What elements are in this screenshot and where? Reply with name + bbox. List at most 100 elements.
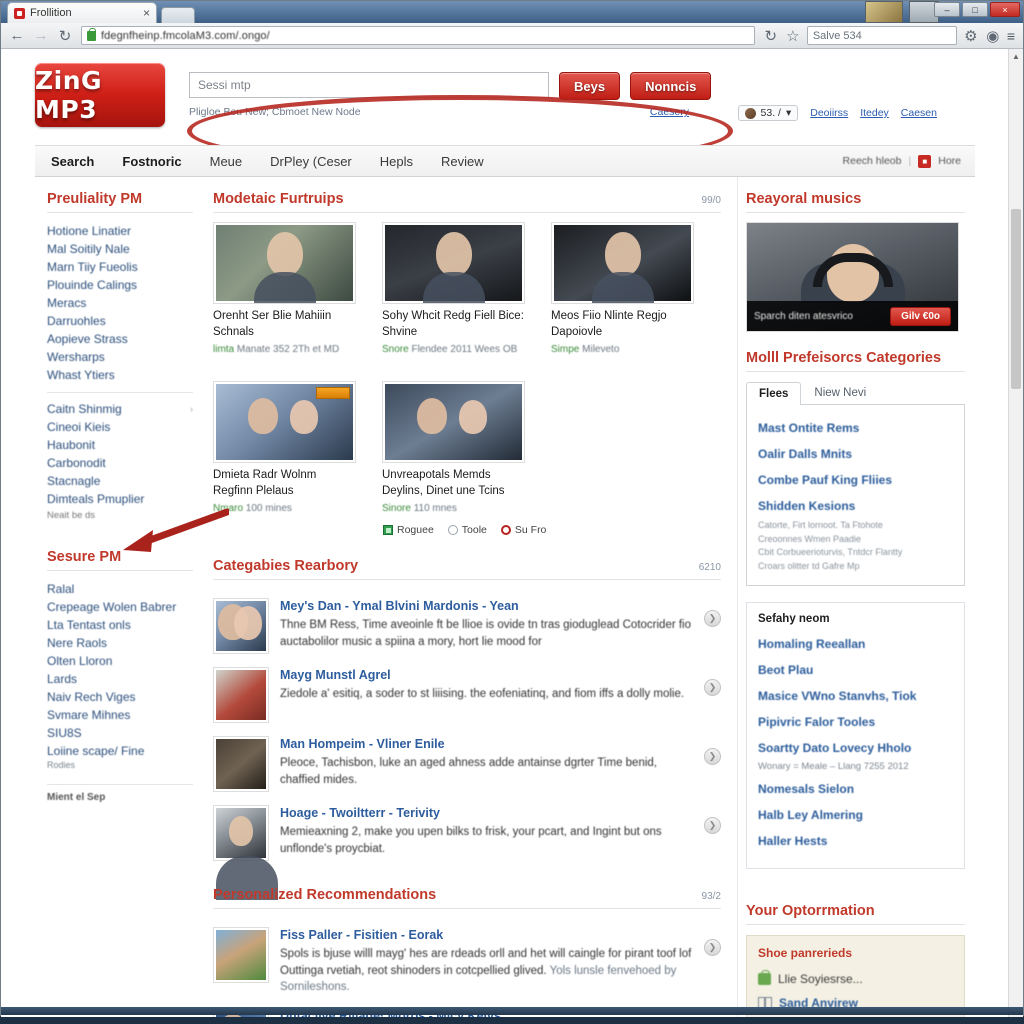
nav-item-hepls[interactable]: Hepls (380, 154, 413, 169)
list-item[interactable]: Mal Soitily Nale (47, 240, 193, 258)
nav-right-label[interactable]: Reech hleob (843, 155, 902, 167)
credit-badge[interactable]: 53. / ▾ (737, 105, 799, 121)
panel-link[interactable]: Mast Ontite Rems (758, 415, 953, 441)
header-link-2[interactable]: Itedey (860, 107, 889, 119)
chevron-right-icon[interactable]: ❯ (704, 610, 721, 628)
list-item[interactable]: Ralal (47, 580, 193, 598)
thumbnail[interactable] (213, 381, 356, 464)
list-item[interactable]: Hoage - Twoiltterr - Terivity Memieaxnin… (213, 796, 721, 901)
list-item[interactable]: Crepeage Wolen Babrer (47, 598, 193, 616)
nav-item-search[interactable]: Search (51, 154, 94, 169)
chevron-right-icon[interactable]: ❯ (704, 679, 721, 697)
profile-icon[interactable]: ◉ (985, 27, 1001, 45)
extension-icon[interactable]: ⚙ (963, 27, 979, 45)
search-input[interactable]: Sessi mtp (189, 72, 549, 98)
search-secondary-button[interactable]: Nonncis (630, 72, 712, 100)
panel-link[interactable]: Combe Pauf King Fliies (758, 467, 953, 493)
back-icon[interactable]: ← (9, 27, 25, 44)
featured-card[interactable]: Meos Fiio Nlinte Regjo Dapoiovle Simpe M… (551, 222, 694, 355)
list-item[interactable]: Lards (47, 670, 193, 688)
thumbnail[interactable] (382, 381, 525, 464)
item-title[interactable]: Fiss Paller - Fisitien - Eorak (280, 927, 693, 943)
choice-roguee[interactable]: Roguee (383, 524, 434, 536)
maximize-button[interactable]: □ (962, 2, 988, 17)
address-bar[interactable]: fdegnfheinp.fmcolaM3.com/.ongo/ (81, 26, 755, 45)
forward-icon[interactable]: → (33, 27, 49, 44)
site-logo[interactable]: ZinG MP3 (35, 63, 165, 127)
chevron-down-icon[interactable]: ▾ (786, 107, 791, 119)
item-title[interactable]: Man Hompeim - Vliner Enile (280, 736, 693, 752)
checkbox-icon[interactable] (383, 525, 393, 536)
promo-cta-button[interactable]: Gilv €0o (890, 306, 951, 326)
list-item[interactable]: Marn Tiiy Fueolis (47, 258, 193, 276)
safety-link[interactable]: Homaling Reeallan (758, 631, 953, 657)
header-link-3[interactable]: Caesen (901, 107, 937, 119)
panel-link[interactable]: Shidden Kesions (758, 493, 953, 519)
list-item[interactable]: Haubonit (47, 436, 193, 454)
item-title[interactable]: Hoage - Twoiltterr - Terivity (280, 805, 693, 821)
list-item[interactable]: Darruohles (47, 312, 193, 330)
item-title[interactable]: Mey's Dan - Ymal Blvini Mardonis - Yean (280, 598, 693, 614)
item-title[interactable]: Mayg Munstl Agrel (280, 667, 693, 683)
radio-selected-icon[interactable] (500, 525, 511, 536)
promo-card[interactable]: Sparch diten atesvrico Gilv €0o (746, 222, 959, 332)
nav-right-link[interactable]: Hore (938, 155, 961, 167)
chevron-right-icon[interactable]: ❯ (704, 817, 721, 835)
list-item[interactable]: Wersharps (47, 348, 193, 366)
list-item[interactable]: Whast Ytiers (47, 366, 193, 384)
list-item[interactable]: Naiv Rech Viges (47, 688, 193, 706)
safety-link[interactable]: Soartty Dato Lovecy Hholo (758, 735, 953, 761)
toolbar-search-input[interactable]: Salve 534 (806, 26, 957, 45)
featured-card[interactable]: Sohy Whcit Redg Fiell Bice: Shvine Snore… (382, 222, 525, 355)
list-item[interactable]: Stacnagle (47, 472, 193, 490)
list-item[interactable]: Hotione Linatier (47, 222, 193, 240)
safety-link[interactable]: Masice VWno Stanvhs, Tiok (758, 683, 953, 709)
search-advanced-link[interactable]: Caesery (650, 106, 689, 118)
list-item[interactable]: Caitn Shinmig › (47, 400, 193, 418)
list-item[interactable]: Nere Raols (47, 634, 193, 652)
choice-toole[interactable]: Toole (447, 524, 487, 536)
reload-icon[interactable]: ↻ (57, 27, 73, 45)
list-item[interactable]: Olten Lloron (47, 652, 193, 670)
search-primary-button[interactable]: Beys (559, 72, 621, 100)
list-item[interactable]: Carbonodit (47, 454, 193, 472)
close-icon[interactable]: × (143, 6, 150, 20)
chevron-right-icon[interactable]: ❯ (704, 939, 721, 957)
radio-icon[interactable] (447, 525, 458, 536)
page-scrollbar[interactable]: ▲ ▼ (1008, 49, 1023, 1017)
nav-item-review[interactable]: Review (441, 154, 484, 169)
optimization-row[interactable]: And Providaium Turee (758, 1015, 953, 1017)
list-item[interactable]: Aopieve Strass (47, 330, 193, 348)
thumbnail[interactable] (382, 222, 525, 304)
safety-link[interactable]: Nomesals Sielon (758, 776, 953, 802)
safety-link[interactable]: Halb Ley Almering (758, 802, 953, 828)
scrollbar-thumb[interactable] (1011, 209, 1021, 389)
refresh-icon[interactable]: ↻ (763, 27, 779, 45)
safety-link[interactable]: Haller Hests (758, 828, 953, 854)
list-item[interactable]: Lta Tentast onls (47, 616, 193, 634)
tab-flees[interactable]: Flees (746, 382, 802, 405)
featured-card[interactable]: Dmieta Radr Wolnm Regfinn Plelaus Nmaro … (213, 381, 356, 514)
nav-item-fostnoric[interactable]: Fostnoric (122, 154, 181, 169)
menu-icon[interactable]: ≡ (1007, 28, 1015, 44)
browser-tab[interactable]: Frollition × (7, 2, 157, 23)
panel-link[interactable]: Oalir Dalls Mnits (758, 441, 953, 467)
nav-item-meue[interactable]: Meue (210, 154, 243, 169)
window-close-button[interactable]: × (990, 2, 1020, 17)
scroll-up-icon[interactable]: ▲ (1009, 49, 1023, 64)
choice-sufro[interactable]: Su Fro (500, 524, 546, 536)
bookmark-star-icon[interactable]: ☆ (785, 27, 801, 45)
nav-item-drpley[interactable]: DrPley (Ceser (270, 154, 352, 169)
list-item[interactable]: Plouinde Calings (47, 276, 193, 294)
safety-link[interactable]: Pipivric Falor Tooles (758, 709, 953, 735)
featured-card[interactable]: Unvreapotals Memds Deylins, Dinet une Tc… (382, 381, 525, 514)
thumbnail[interactable] (213, 222, 356, 304)
safety-link[interactable]: Beot Plau (758, 657, 953, 683)
featured-card[interactable]: Orenht Ser Blie Mahiiin Schnals limta Ma… (213, 222, 356, 355)
list-item[interactable]: Cineoi Kieis (47, 418, 193, 436)
list-item[interactable]: Dimteals Pmuplier (47, 490, 193, 508)
minimize-button[interactable]: – (934, 2, 960, 17)
list-item[interactable]: Fiss Paller - Fisitien - Eorak Spols is … (213, 918, 721, 999)
new-tab-button[interactable] (161, 7, 195, 23)
list-item[interactable]: Man Hompeim - Vliner Enile Pleoce, Tachi… (213, 727, 721, 796)
